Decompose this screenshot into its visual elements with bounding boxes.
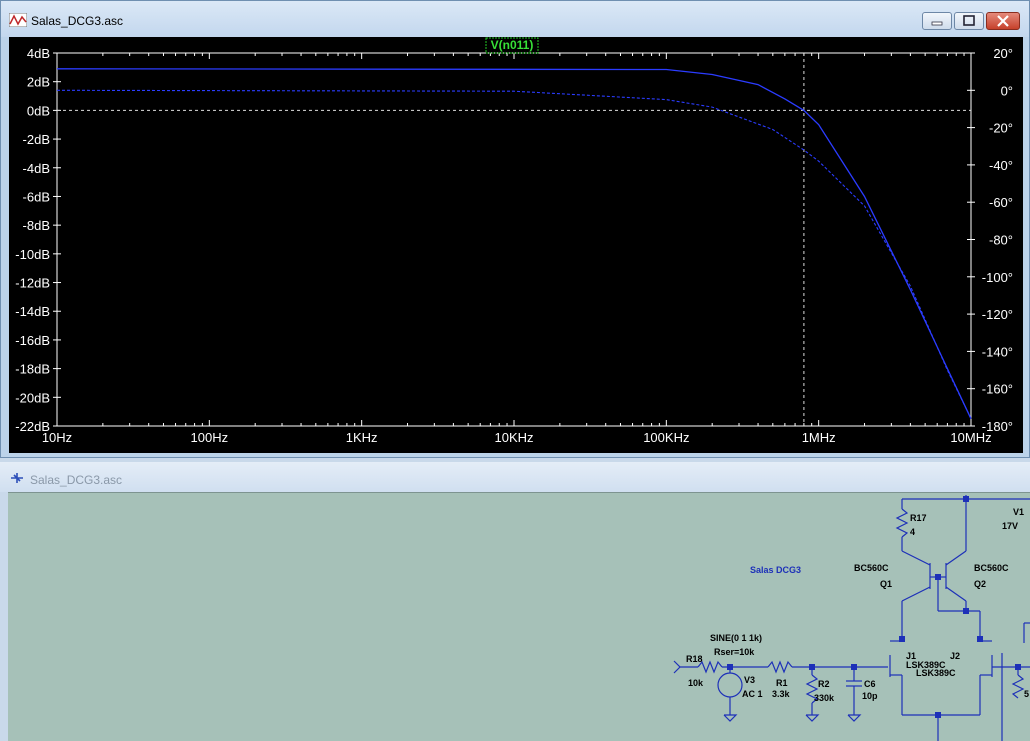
- schematic-app-icon: [11, 473, 23, 483]
- v1-ref[interactable]: V1: [1013, 507, 1024, 517]
- schematic-canvas[interactable]: R17 4 BC560C Q1 BC560C Q2 V1 17V J1 LSK3…: [8, 492, 1030, 741]
- y-right-tick-label: -140°: [982, 344, 1013, 359]
- close-icon: [997, 15, 1009, 27]
- y-right-tick-label: -100°: [982, 270, 1013, 285]
- y-left-tick-label: -20dB: [15, 390, 50, 405]
- bode-plot[interactable]: 4dB 2dB 0dB -2dB -4dB -6dB -8dB -10dB -12dB -14dB…: [9, 37, 1023, 453]
- y-right-tick-label: -80°: [989, 233, 1013, 248]
- maximize-icon: [963, 15, 975, 26]
- q2-value[interactable]: BC560C: [974, 563, 1009, 573]
- j2-value[interactable]: LSK389C: [916, 668, 956, 678]
- y-left-tick-label: 2dB: [27, 75, 50, 90]
- y-right-tick-label: -40°: [989, 158, 1013, 173]
- r18-ref[interactable]: R18: [686, 654, 703, 664]
- r1-ref[interactable]: R1: [776, 678, 788, 688]
- y-left-tick-label: 0dB: [27, 103, 50, 118]
- q1-ref[interactable]: Q1: [880, 579, 892, 589]
- y-right-tick-label: 0°: [1001, 83, 1013, 98]
- trace-label[interactable]: V(n011): [491, 38, 534, 52]
- y-left-tick-label: -6dB: [23, 189, 50, 204]
- x-tick-label: 1KHz: [346, 430, 378, 445]
- y-left-tick-label: -18dB: [15, 362, 50, 377]
- j2-ref[interactable]: J2: [950, 651, 960, 661]
- x-tick-label: 10Hz: [42, 430, 72, 445]
- r18-value[interactable]: 10k: [688, 678, 704, 688]
- y-left-tick-label: -16dB: [15, 333, 50, 348]
- schematic-titlebar[interactable]: Salas_DCG3.asc: [0, 462, 1030, 492]
- schematic-window-title: Salas_DCG3.asc: [30, 473, 123, 487]
- waveform-app-icon: [9, 13, 27, 27]
- close-button[interactable]: [986, 12, 1020, 30]
- magnitude-trace: [56, 68, 972, 420]
- plot-area[interactable]: 4dB 2dB 0dB -2dB -4dB -6dB -8dB -10dB -12dB -14dB…: [9, 37, 1023, 453]
- x-tick-label: 1MHz: [802, 430, 836, 445]
- schematic-window: Salas_DCG3.asc R17 4 BC560C Q1 BC560C Q2…: [0, 462, 1030, 741]
- q1-value[interactable]: BC560C: [854, 563, 889, 573]
- x-tick-label: 100Hz: [191, 430, 229, 445]
- y-left-tick-label: -2dB: [23, 132, 50, 147]
- x-tick-label: 10MHz: [950, 430, 991, 445]
- y-left-tick-label: -10dB: [15, 247, 50, 262]
- y-left-tick-label: -8dB: [23, 218, 50, 233]
- maximize-button[interactable]: [954, 12, 984, 30]
- c6-value[interactable]: 10p: [862, 691, 878, 701]
- r17-ref[interactable]: R17: [910, 513, 927, 523]
- v3-spec1[interactable]: SINE(0 1 1k): [710, 633, 762, 643]
- y-right-tick-label: -160°: [982, 382, 1013, 397]
- y-left-tick-label: -14dB: [15, 304, 50, 319]
- minimize-icon: [931, 21, 943, 26]
- y-right-tick-label: -60°: [989, 195, 1013, 210]
- y-right-tick-label: 20°: [993, 46, 1013, 61]
- phase-trace: [56, 89, 972, 419]
- waveform-window: Salas_DCG3.asc 4dB 2dB 0dB -2dB -4dB -6dB -8dB…: [0, 0, 1030, 458]
- y-right-tick-label: -20°: [989, 121, 1013, 136]
- v3-spec2[interactable]: Rser=10k: [714, 647, 755, 657]
- y-left-tick-label: -4dB: [23, 161, 50, 176]
- partial-value[interactable]: 5: [1024, 689, 1029, 699]
- x-tick-label: 100KHz: [643, 430, 689, 445]
- r1-value[interactable]: 3.3k: [772, 689, 791, 699]
- r2-value[interactable]: 330k: [814, 693, 835, 703]
- q2-ref[interactable]: Q2: [974, 579, 986, 589]
- waveform-window-title: Salas_DCG3.asc: [31, 14, 124, 28]
- schematic-drawing[interactable]: R17 4 BC560C Q1 BC560C Q2 V1 17V J1 LSK3…: [8, 493, 1030, 741]
- x-axis: 10Hz 100Hz 1KHz 10KHz 100KHz 1MHz 10MHz: [42, 430, 992, 445]
- y-right-tick-label: -120°: [982, 307, 1013, 322]
- v1-value[interactable]: 17V: [1002, 521, 1018, 531]
- v3-value[interactable]: AC 1: [742, 689, 763, 699]
- x-tick-label: 10KHz: [494, 430, 533, 445]
- c6-ref[interactable]: C6: [864, 679, 876, 689]
- schematic-title-label[interactable]: Salas DCG3: [750, 565, 801, 575]
- r2-ref[interactable]: R2: [818, 679, 830, 689]
- y-left-tick-label: 4dB: [27, 46, 50, 61]
- y-left-axis: 4dB 2dB 0dB -2dB -4dB -6dB -8dB -10dB -12dB -14dB…: [15, 46, 61, 434]
- minimize-button[interactable]: [922, 12, 952, 30]
- r17-value[interactable]: 4: [910, 527, 915, 537]
- waveform-titlebar[interactable]: Salas_DCG3.asc: [1, 1, 1029, 37]
- y-left-tick-label: -12dB: [15, 276, 50, 291]
- plot-frame: [56, 52, 972, 427]
- v3-ref[interactable]: V3: [744, 675, 755, 685]
- y-right-axis: 20° 0° -20° -40° -60° -80° -100° -120° -140° -160…: [967, 46, 1013, 434]
